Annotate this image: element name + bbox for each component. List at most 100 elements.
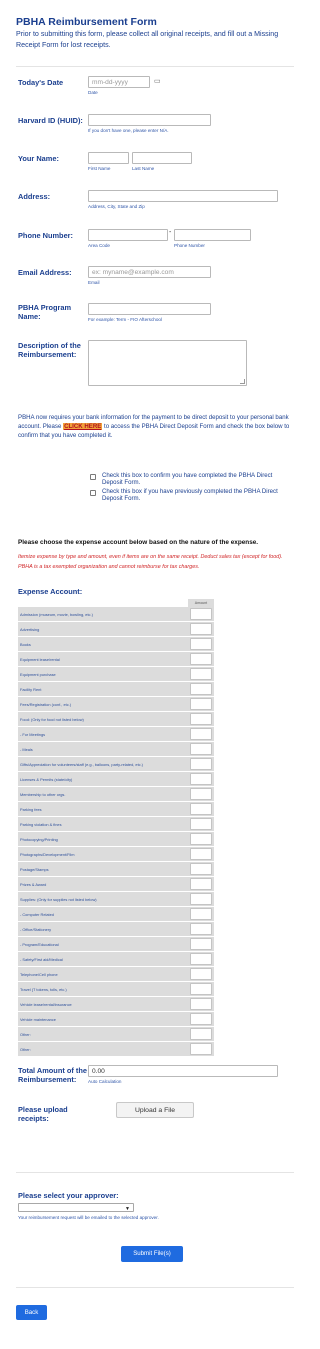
back-button[interactable]: Back	[16, 1305, 47, 1320]
amount-cell	[188, 787, 214, 802]
amount-cell	[188, 607, 214, 622]
amount-input[interactable]	[190, 953, 212, 965]
expense-row: Travel (T tokens, tolls, etc.)	[18, 982, 214, 997]
area-code-input[interactable]	[88, 229, 168, 241]
amount-input[interactable]	[190, 878, 212, 890]
expense-row: Other:	[18, 1027, 214, 1042]
address-input[interactable]	[88, 190, 278, 202]
amount-input[interactable]	[190, 668, 212, 680]
amount-input[interactable]	[190, 983, 212, 995]
amount-input[interactable]	[190, 863, 212, 875]
direct-deposit-link[interactable]: CLICK HERE	[63, 423, 103, 431]
amount-input[interactable]	[190, 728, 212, 740]
expense-row: Admission (museum, movie, bowling, etc.)	[18, 607, 214, 622]
huid-input[interactable]	[88, 114, 211, 126]
expense-row-label: Other:	[18, 1027, 188, 1042]
expense-row: Parking fees	[18, 802, 214, 817]
amount-input[interactable]	[190, 1043, 212, 1055]
amount-input[interactable]	[190, 788, 212, 800]
phone-label: Phone Number:	[18, 231, 74, 240]
expense-row-label: Prizes & Award	[18, 877, 188, 892]
description-textarea[interactable]	[88, 340, 247, 386]
email-label: Email Address:	[18, 268, 72, 277]
amount-cell	[188, 652, 214, 667]
amount-input[interactable]	[190, 623, 212, 635]
expense-row-label: Supplies: (Only for supplies not listed …	[18, 892, 188, 907]
first-name-input[interactable]	[88, 152, 129, 164]
amount-input[interactable]	[190, 923, 212, 935]
huid-sublabel: If you don't have one, please enter N/A.	[88, 128, 169, 133]
expense-row: Vehicle lease/rental/insurance	[18, 997, 214, 1012]
expense-row-label: - Computer Related	[18, 907, 188, 922]
phone-number-input[interactable]	[174, 229, 251, 241]
amount-input[interactable]	[190, 713, 212, 725]
expense-row-label: Photocopying/Printing	[18, 832, 188, 847]
submit-button[interactable]: Submit File(s)	[121, 1246, 183, 1262]
amount-input[interactable]	[190, 773, 212, 785]
amount-cell	[188, 847, 214, 862]
email-input[interactable]: ex: myname@example.com	[88, 266, 211, 278]
amount-cell	[188, 907, 214, 922]
amount-input[interactable]	[190, 833, 212, 845]
previous-direct-deposit-checkbox[interactable]	[90, 490, 96, 496]
amount-input[interactable]	[190, 893, 212, 905]
amount-cell	[188, 712, 214, 727]
divider	[16, 66, 294, 67]
amount-input[interactable]	[190, 968, 212, 980]
amount-input[interactable]	[190, 1028, 212, 1040]
area-code-sublabel: Area Code	[88, 243, 110, 248]
expense-row-label: Books	[18, 637, 188, 652]
expense-row-label: - For Meetings	[18, 727, 188, 742]
amount-input[interactable]	[190, 638, 212, 650]
amount-input[interactable]	[190, 938, 212, 950]
amount-input[interactable]	[190, 698, 212, 710]
expense-row: Vehicle maintenance	[18, 1012, 214, 1027]
email-sublabel: Email	[88, 280, 100, 285]
expense-row: - Safety/First aid/Medical	[18, 952, 214, 967]
calendar-icon[interactable]: ▭	[154, 77, 161, 85]
amount-input[interactable]	[190, 608, 212, 620]
date-input[interactable]: mm-dd-yyyy	[88, 76, 150, 88]
expense-row-label: Admission (museum, movie, bowling, etc.)	[18, 607, 188, 622]
form-intro: Prior to submitting this form, please co…	[16, 30, 279, 49]
expense-row: Fees/Registration (conf., etc.)	[18, 697, 214, 712]
expense-row-label: Advertising	[18, 622, 188, 637]
amount-input[interactable]	[190, 1013, 212, 1025]
expense-row-label: Food: (Only for food not listed below)	[18, 712, 188, 727]
upload-file-button[interactable]: Upload a File	[116, 1102, 194, 1118]
amount-input[interactable]	[190, 758, 212, 770]
amount-cell	[188, 832, 214, 847]
last-name-input[interactable]	[132, 152, 192, 164]
expense-row: Parking violation & fines	[18, 817, 214, 832]
amount-input[interactable]	[190, 653, 212, 665]
amount-input[interactable]	[190, 908, 212, 920]
amount-cell	[188, 757, 214, 772]
expense-row-label: - Office/Stationery	[18, 922, 188, 937]
amount-input[interactable]	[190, 683, 212, 695]
amount-input[interactable]	[190, 998, 212, 1010]
program-input[interactable]	[88, 303, 211, 315]
confirm-direct-deposit-checkbox[interactable]	[90, 474, 96, 480]
amount-header: Amount	[188, 599, 214, 607]
amount-input[interactable]	[190, 743, 212, 755]
chevron-down-icon: ▼	[125, 1206, 130, 1212]
expense-row: Licenses & Permits (state/city)	[18, 772, 214, 787]
amount-input[interactable]	[190, 848, 212, 860]
approver-select[interactable]: ▼	[18, 1203, 134, 1212]
address-sublabel: Address, City, State and Zip	[88, 204, 145, 209]
amount-cell	[188, 952, 214, 967]
checkbox-label: Check this box if you have previously co…	[102, 488, 278, 503]
total-amount-input[interactable]: 0.00	[88, 1065, 278, 1077]
amount-input[interactable]	[190, 818, 212, 830]
amount-cell	[188, 997, 214, 1012]
expense-row: - Computer Related	[18, 907, 214, 922]
expense-row-label: - Safety/First aid/Medical	[18, 952, 188, 967]
resize-handle[interactable]	[240, 379, 245, 384]
approver-label: Please select your approver:	[18, 1191, 119, 1200]
expense-row-label: Travel (T tokens, tolls, etc.)	[18, 982, 188, 997]
expense-row: Equipment purchase	[18, 667, 214, 682]
name-label: Your Name:	[18, 154, 59, 163]
expense-account-label: Expense Account:	[18, 587, 83, 596]
amount-input[interactable]	[190, 803, 212, 815]
expense-row-label: - Meals	[18, 742, 188, 757]
